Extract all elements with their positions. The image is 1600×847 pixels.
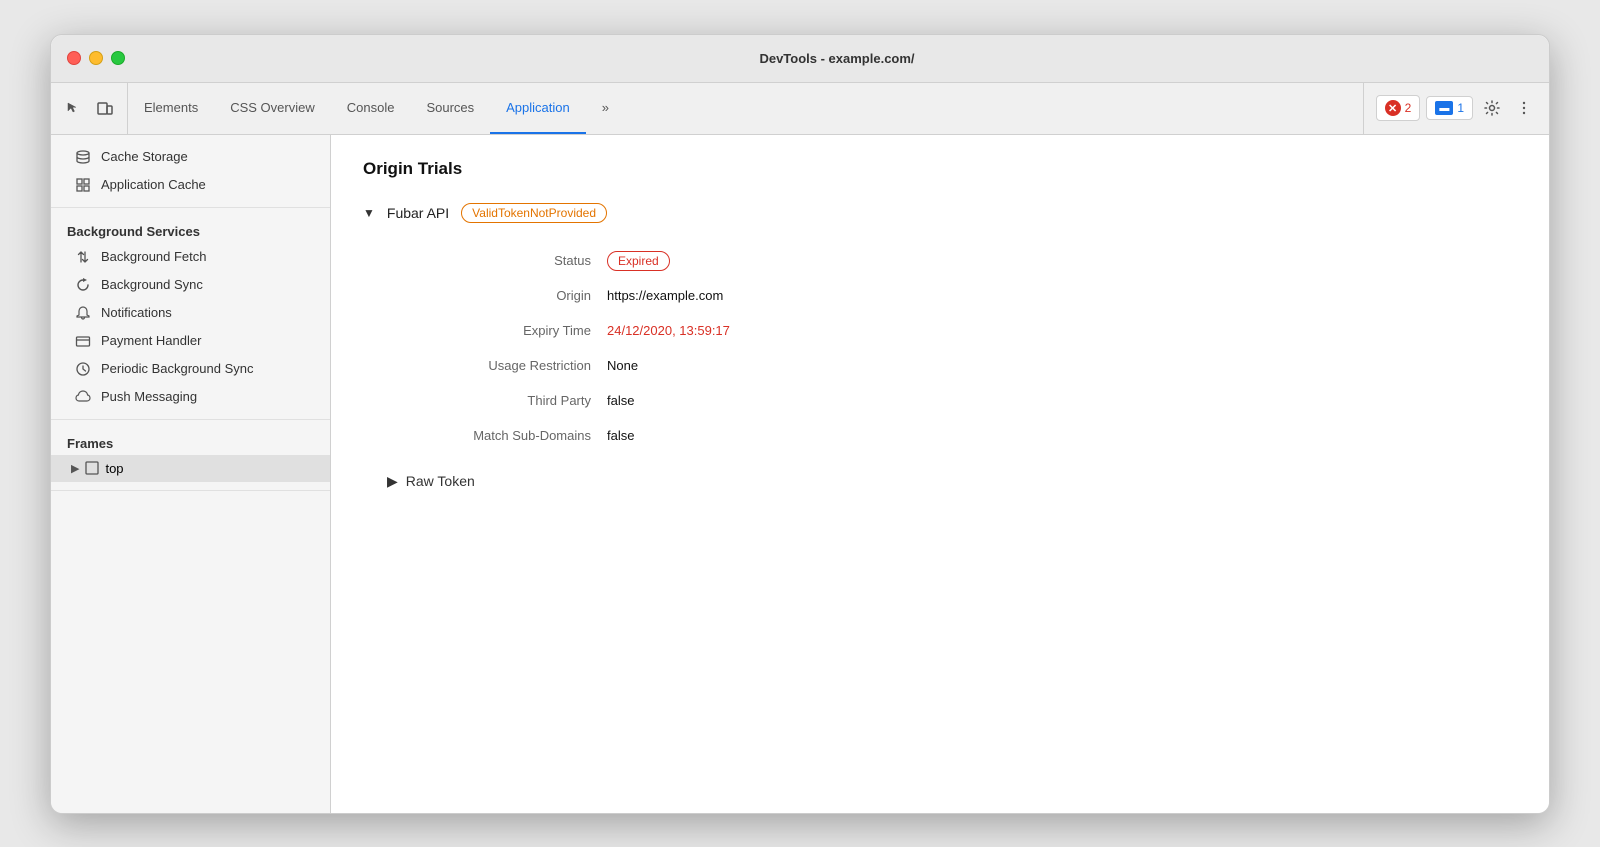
frames-section: Frames ▶ top [51, 420, 330, 491]
frame-expand-icon: ▶ [71, 462, 79, 475]
sidebar-item-cache-storage[interactable]: Cache Storage [51, 143, 330, 171]
third-party-label: Third Party [387, 383, 607, 418]
more-options-icon[interactable] [1511, 95, 1537, 121]
api-expand-icon[interactable]: ▼ [363, 206, 375, 220]
background-services-section: Background Services Background Fetch [51, 208, 330, 420]
origin-value: https://example.com [607, 278, 1517, 313]
devtools-window: DevTools - example.com/ Elements CSS Ove [50, 34, 1550, 814]
third-party-value: false [607, 383, 1517, 418]
expiry-time-value: 24/12/2020, 13:59:17 [607, 313, 1517, 348]
tab-console[interactable]: Console [331, 83, 411, 134]
detail-grid: Status Expired Origin https://example.co… [387, 243, 1517, 453]
clock-icon [75, 361, 91, 377]
cloud-icon [75, 389, 91, 405]
usage-restriction-label: Usage Restriction [387, 348, 607, 383]
sidebar-item-push-messaging[interactable]: Push Messaging [51, 383, 330, 411]
main-panel: Origin Trials ▼ Fubar API ValidTokenNotP… [331, 135, 1549, 813]
tab-more[interactable]: » [586, 83, 625, 134]
card-icon [75, 333, 91, 349]
sidebar-item-top-frame[interactable]: ▶ top [51, 455, 330, 482]
message-icon: ▬ [1435, 101, 1453, 115]
api-section: ▼ Fubar API ValidTokenNotProvided Status… [363, 203, 1517, 490]
expiry-time-label: Expiry Time [387, 313, 607, 348]
api-header: ▼ Fubar API ValidTokenNotProvided [363, 203, 1517, 223]
toolbar-right: ✕ 2 ▬ 1 [1363, 83, 1549, 134]
traffic-lights [67, 51, 125, 65]
grid-icon [75, 177, 91, 193]
maximize-button[interactable] [111, 51, 125, 65]
frame-icon [85, 461, 99, 475]
device-toggle-icon[interactable] [91, 94, 119, 122]
api-badge: ValidTokenNotProvided [461, 203, 607, 223]
panel-title: Origin Trials [363, 159, 1517, 179]
match-sub-domains-value: false [607, 418, 1517, 453]
background-services-title: Background Services [51, 216, 330, 243]
tab-sources[interactable]: Sources [410, 83, 490, 134]
sidebar-item-application-cache[interactable]: Application Cache [51, 171, 330, 199]
origin-label: Origin [387, 278, 607, 313]
sync-icon [75, 277, 91, 293]
frames-title: Frames [51, 428, 330, 455]
settings-icon[interactable] [1479, 95, 1505, 121]
tab-css-overview[interactable]: CSS Overview [214, 83, 331, 134]
status-value: Expired [607, 243, 1517, 278]
sidebar-item-notifications[interactable]: Notifications [51, 299, 330, 327]
raw-token-section: ▶ Raw Token [387, 473, 1517, 490]
status-label: Status [387, 243, 607, 278]
tab-application[interactable]: Application [490, 83, 586, 134]
window-title: DevTools - example.com/ [141, 51, 1533, 66]
database-icon [75, 149, 91, 165]
close-button[interactable] [67, 51, 81, 65]
sidebar-item-periodic-background-sync[interactable]: Periodic Background Sync [51, 355, 330, 383]
api-name: Fubar API [387, 205, 449, 221]
status-badge: Expired [607, 251, 670, 271]
raw-token-label: Raw Token [406, 473, 475, 489]
arrows-updown-icon [75, 249, 91, 265]
tab-elements[interactable]: Elements [128, 83, 214, 134]
title-bar: DevTools - example.com/ [51, 35, 1549, 83]
message-badge-button[interactable]: ▬ 1 [1426, 96, 1473, 120]
toolbar-left-icons [51, 83, 128, 134]
raw-token-expand-icon: ▶ [387, 473, 398, 490]
sidebar-item-payment-handler[interactable]: Payment Handler [51, 327, 330, 355]
usage-restriction-value: None [607, 348, 1517, 383]
sidebar: Cache Storage Application Cache [51, 135, 331, 813]
tab-list: Elements CSS Overview Console Sources Ap… [128, 83, 1363, 134]
minimize-button[interactable] [89, 51, 103, 65]
toolbar: Elements CSS Overview Console Sources Ap… [51, 83, 1549, 135]
sidebar-item-background-sync[interactable]: Background Sync [51, 271, 330, 299]
sidebar-item-background-fetch[interactable]: Background Fetch [51, 243, 330, 271]
main-content: Cache Storage Application Cache [51, 135, 1549, 813]
error-badge-button[interactable]: ✕ 2 [1376, 95, 1421, 121]
inspect-icon[interactable] [59, 94, 87, 122]
storage-section: Cache Storage Application Cache [51, 135, 330, 208]
raw-token-toggle[interactable]: ▶ Raw Token [387, 473, 1517, 490]
match-sub-domains-label: Match Sub-Domains [387, 418, 607, 453]
error-icon: ✕ [1385, 100, 1401, 116]
bell-icon [75, 305, 91, 321]
